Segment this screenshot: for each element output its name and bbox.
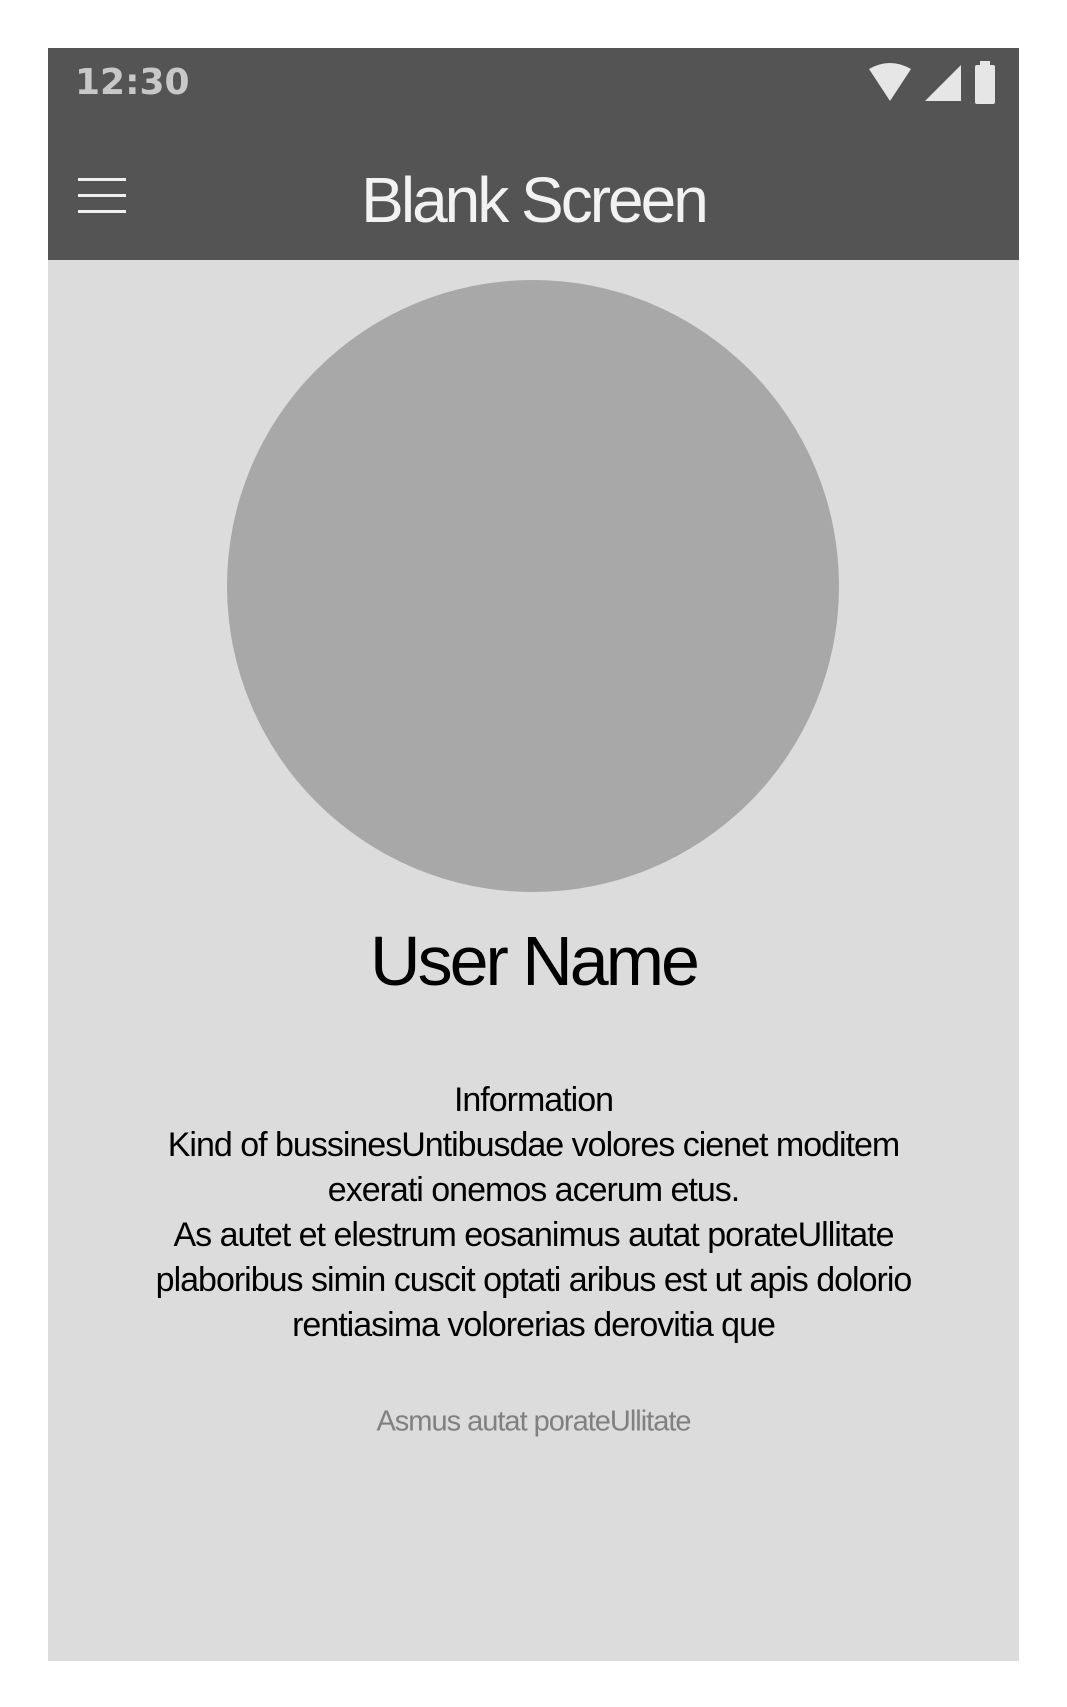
user-information: Information Kind of bussinesUntibusdae v… bbox=[108, 1078, 959, 1348]
app-bar: 12:30 Blank Screen bbox=[48, 48, 1019, 260]
caption-text: Asmus autat porateUllitate bbox=[376, 1405, 691, 1438]
info-heading: Information bbox=[453, 1081, 614, 1119]
status-time: 12:30 bbox=[75, 62, 190, 103]
wifi-icon bbox=[869, 63, 911, 101]
battery-icon bbox=[975, 61, 995, 104]
info-line: As autet et elestrum eosanimus autat por… bbox=[173, 1216, 894, 1254]
phone-screen: 12:30 Blank Screen User Name Information… bbox=[48, 48, 1019, 1661]
info-line: exerati onemos acerum etus. bbox=[327, 1171, 740, 1209]
status-icons bbox=[867, 58, 997, 108]
info-line: Kind of bussinesUntibusdae volores ciene… bbox=[167, 1126, 901, 1164]
page-title: Blank Screen bbox=[361, 164, 709, 236]
info-line: rentiasima volorerias derovitia que bbox=[292, 1306, 776, 1344]
user-name: User Name bbox=[370, 922, 700, 1000]
cellular-signal-icon bbox=[925, 65, 961, 101]
info-line: plaboribus simin cuscit optati aribus es… bbox=[155, 1261, 913, 1299]
avatar bbox=[227, 280, 839, 892]
